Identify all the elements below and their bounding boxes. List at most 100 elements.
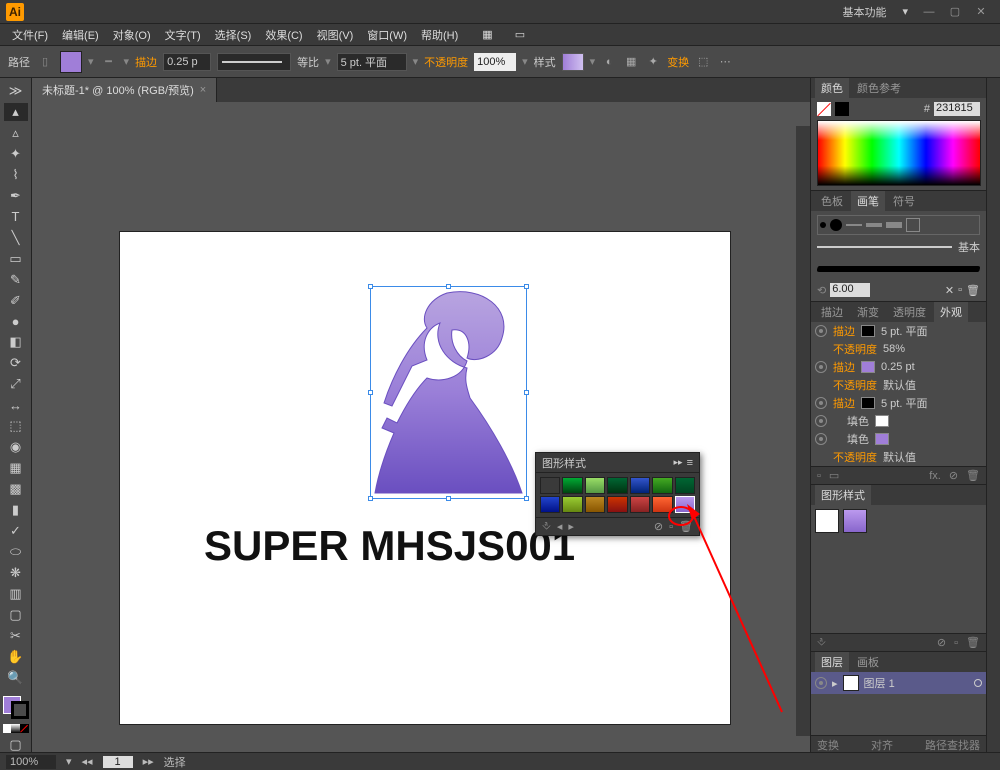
recolor-icon[interactable]: ◐: [601, 54, 617, 70]
zoom-dropdown-icon[interactable]: ▾: [66, 755, 72, 768]
graphic-styles-floating-panel[interactable]: 图形样式 ▸▸ ≡: [535, 452, 700, 536]
style-swatch-8[interactable]: [540, 496, 560, 513]
tab-swatches[interactable]: 色板: [815, 191, 849, 211]
tab-color[interactable]: 颜色: [815, 78, 849, 98]
menu-object[interactable]: 对象(O): [107, 24, 157, 46]
menu-edit[interactable]: 编辑(E): [56, 24, 105, 46]
menu-effect[interactable]: 效果(C): [259, 24, 308, 46]
layer-name[interactable]: 图层 1: [864, 675, 895, 691]
tab-color-guide[interactable]: 颜色参考: [851, 78, 907, 98]
layer-expand-icon[interactable]: ▸: [832, 677, 838, 690]
fill-swatch[interactable]: [60, 51, 82, 73]
style-swatch-1[interactable]: [540, 477, 560, 494]
bridge-icon[interactable]: ▦: [476, 25, 498, 44]
shape-builder-tool[interactable]: ◉: [4, 438, 28, 456]
gstyle-1[interactable]: [815, 509, 839, 533]
selection-tool[interactable]: ▴: [4, 103, 28, 121]
layer-visibility-icon[interactable]: [815, 677, 827, 689]
appearance-row[interactable]: 填色: [811, 412, 986, 430]
tab-symbols[interactable]: 符号: [887, 191, 921, 211]
gstyle-lib-icon[interactable]: ⎀: [817, 636, 826, 649]
free-transform-tool[interactable]: ⬚: [4, 417, 28, 435]
eyedropper-tool[interactable]: ✓: [4, 522, 28, 540]
menu-select[interactable]: 选择(S): [209, 24, 258, 46]
hand-tool[interactable]: ✋: [4, 648, 28, 666]
opacity-input[interactable]: 100%: [474, 53, 516, 71]
graph-tool[interactable]: ▥: [4, 585, 28, 603]
rotate-tool[interactable]: ⟳: [4, 354, 28, 372]
gstyle-delete-icon[interactable]: 🗑: [966, 636, 980, 649]
hex-input[interactable]: 231815: [934, 102, 980, 116]
style-swatch-9[interactable]: [562, 496, 582, 513]
menu-help[interactable]: 帮助(H): [415, 24, 464, 46]
slice-tool[interactable]: ✂: [4, 627, 28, 645]
blob-brush-tool[interactable]: ●: [4, 312, 28, 330]
transform-link[interactable]: 变换: [667, 54, 689, 70]
panel-nav-icon[interactable]: ⎀: [542, 520, 551, 533]
menu-type[interactable]: 文字(T): [159, 24, 207, 46]
brush-icon[interactable]: ✕: [945, 284, 954, 297]
appearance-clear-icon[interactable]: ⊘: [949, 469, 958, 482]
appearance-row[interactable]: 描边0.25 pt: [811, 358, 986, 376]
no-fill-icon[interactable]: ▯: [36, 53, 54, 71]
color-spectrum[interactable]: [817, 120, 981, 186]
style-swatch-5[interactable]: [630, 477, 650, 494]
eraser-tool[interactable]: ◧: [4, 333, 28, 351]
layer-row[interactable]: ▸ 图层 1: [811, 672, 986, 694]
pencil-tool[interactable]: ✐: [4, 292, 28, 310]
appearance-row[interactable]: 不透明度默认值: [811, 376, 986, 394]
appearance-row[interactable]: 描边5 pt. 平面: [811, 322, 986, 340]
maximize-button[interactable]: ▢: [944, 4, 966, 20]
panel-icon-strip[interactable]: [986, 78, 1000, 754]
shape-icon[interactable]: ✦: [645, 54, 661, 70]
style-swatch-10[interactable]: [585, 496, 605, 513]
style-swatch[interactable]: [562, 53, 584, 71]
close-button[interactable]: ✕: [970, 4, 992, 20]
pen-tool[interactable]: ✒: [4, 187, 28, 205]
mesh-tool[interactable]: ▩: [4, 480, 28, 498]
type-tool[interactable]: T: [4, 208, 28, 226]
appearance-row[interactable]: 填色: [811, 430, 986, 448]
tab-artboards[interactable]: 画板: [851, 652, 885, 672]
menu-window[interactable]: 窗口(W): [361, 24, 413, 46]
artboard-tool[interactable]: ▢: [4, 606, 28, 624]
perspective-tool[interactable]: ▦: [4, 459, 28, 477]
align-icon[interactable]: ▦: [623, 54, 639, 70]
opacity-label[interactable]: 不透明度: [424, 54, 468, 70]
gstyle-new-icon[interactable]: ▫: [954, 637, 958, 649]
tab-layers[interactable]: 图层: [815, 652, 849, 672]
symbol-sprayer-tool[interactable]: ❋: [4, 564, 28, 582]
nav-prev-icon[interactable]: ◂◂: [82, 755, 93, 768]
appearance-row[interactable]: 描边5 pt. 平面: [811, 394, 986, 412]
style-swatch-3[interactable]: [585, 477, 605, 494]
brush-delete-icon[interactable]: 🗑: [966, 284, 980, 297]
blend-tool[interactable]: ⬭: [4, 543, 28, 561]
appearance-new-icon[interactable]: ▫: [817, 470, 821, 482]
width-tool[interactable]: ↔: [4, 396, 28, 414]
isolate-icon[interactable]: ⬚: [695, 54, 711, 70]
zoom-input[interactable]: 100%: [6, 755, 56, 769]
style-swatch-6[interactable]: [652, 477, 672, 494]
tab-transparency[interactable]: 透明度: [887, 302, 932, 322]
canvas-text[interactable]: SUPER MHSJS001: [204, 522, 575, 570]
style-swatch-7[interactable]: [675, 477, 695, 494]
stroke-label[interactable]: 描边: [135, 54, 157, 70]
appearance-row[interactable]: 不透明度58%: [811, 340, 986, 358]
color-none-swatch[interactable]: [817, 102, 831, 116]
style-swatch-12[interactable]: [630, 496, 650, 513]
gradient-tool[interactable]: ▮: [4, 501, 28, 519]
minimize-button[interactable]: —: [918, 4, 940, 20]
lasso-tool[interactable]: ⌇: [4, 166, 28, 184]
workspace-dropdown-icon[interactable]: ▾: [896, 3, 914, 20]
zoom-tool[interactable]: 🔍: [4, 669, 28, 687]
panel-collapse-icon[interactable]: ▸▸: [674, 457, 683, 468]
break-link-icon[interactable]: ⊘: [654, 520, 663, 533]
appearance-row[interactable]: 不透明度默认值: [811, 448, 986, 466]
extra-icon[interactable]: ⋯: [717, 54, 733, 70]
appearance-delete-icon[interactable]: 🗑: [966, 469, 980, 482]
align-tab[interactable]: 对齐: [871, 737, 893, 753]
magic-wand-tool[interactable]: ✦: [4, 145, 28, 163]
brush-new-icon[interactable]: ▫: [958, 284, 962, 296]
tab-brushes[interactable]: 画笔: [851, 191, 885, 211]
tab-gradient[interactable]: 渐变: [851, 302, 885, 322]
